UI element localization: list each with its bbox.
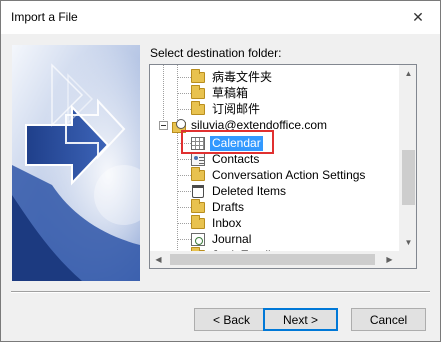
tree-connector [177,76,191,78]
tree-connector [177,92,191,94]
tree-item-folder[interactable]: Drafts [150,198,399,215]
wizard-banner-image [12,45,140,281]
folder-tree[interactable]: 病毒文件夹 草稿箱 订阅邮件 siluvia@extendoffice.com … [149,64,417,269]
scrollbar-corner [399,251,416,268]
tree-item-deleted-items[interactable]: Deleted Items [150,183,399,199]
tree-item-label: Deleted Items [212,183,287,198]
folder-icon [191,166,205,181]
tree-item-folder[interactable]: 订阅邮件 [150,100,399,117]
horizontal-scrollbar[interactable]: ◀ ▶ [150,251,416,268]
journal-icon [191,232,205,246]
button-separator [11,291,430,293]
tree-connector [177,158,191,160]
chevron-down-icon: ▼ [404,238,413,247]
calendar-highlight-annotation [181,130,274,154]
tree-item-label: Drafts [212,199,245,214]
tree-connector [177,238,191,240]
horizontal-scroll-thumb[interactable] [170,254,375,265]
scroll-left-button[interactable]: ◀ [150,251,167,268]
tree-item-label: Journal [212,231,252,246]
folder-icon [191,84,205,99]
folder-icon [191,68,205,83]
tree-connector [177,222,191,224]
back-button[interactable]: < Back [194,308,269,331]
chevron-right-icon: ▶ [386,255,393,264]
folder-icon [191,214,205,229]
close-icon: ✕ [412,8,424,25]
dialog-title: Import a File [11,10,78,24]
destination-folder-label: Select destination folder: [150,46,282,60]
chevron-up-icon: ▲ [404,69,413,78]
wizard-arrows-graphic [12,45,140,281]
tree-item-label: 草稿箱 [212,85,249,100]
tree-item-folder[interactable]: 草稿箱 [150,84,399,101]
tree-item-label: 订阅邮件 [212,101,261,116]
trash-icon [192,184,204,198]
tree-item-folder[interactable]: Inbox [150,214,399,231]
title-bar: Import a File ✕ [1,1,440,34]
tree-item-label: 病毒文件夹 [212,69,273,84]
tree-item-journal[interactable]: Journal [150,231,399,247]
vertical-scrollbar[interactable]: ▲ ▼ [399,65,416,251]
vertical-scroll-thumb[interactable] [402,150,415,205]
folder-icon [191,198,205,213]
cancel-button[interactable]: Cancel [351,308,426,331]
scroll-right-button[interactable]: ▶ [381,251,398,268]
collapse-toggle[interactable] [159,120,168,130]
tree-item-folder[interactable]: Conversation Action Settings [150,166,399,183]
tree-item-label: Inbox [212,215,242,230]
scroll-down-button[interactable]: ▼ [400,234,416,251]
tree-connector [177,108,191,110]
tree-connector [177,174,191,176]
close-button[interactable]: ✕ [396,1,440,33]
scroll-up-button[interactable]: ▲ [400,65,416,82]
tree-item-label: Conversation Action Settings [212,167,366,182]
folder-icon [191,100,205,115]
next-button[interactable]: Next > [263,308,338,331]
tree-connector [177,206,191,208]
tree-item-folder[interactable]: 病毒文件夹 [150,68,399,85]
chevron-left-icon: ◀ [155,255,162,264]
tree-connector [177,190,191,192]
contacts-icon [191,152,205,166]
import-file-dialog: Import a File ✕ Select destination folde… [0,0,441,342]
